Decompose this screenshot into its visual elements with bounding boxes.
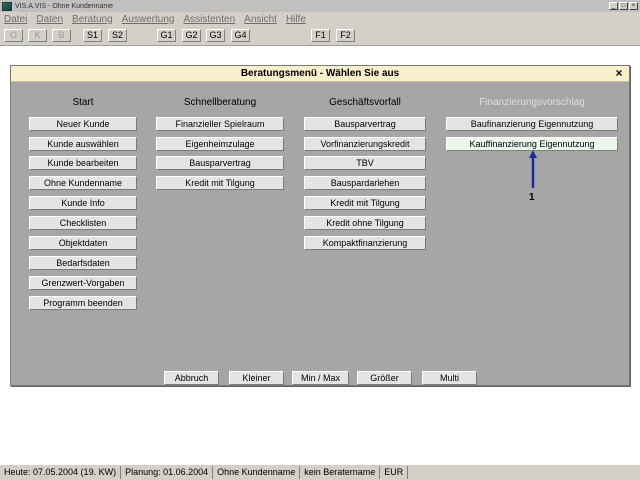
statusbar: Heute: 07.05.2004 (19. KW) Planung: 01.0…: [0, 464, 640, 480]
toolbar-button-k[interactable]: K: [28, 29, 47, 42]
multi-button[interactable]: Multi: [422, 371, 477, 385]
app-logo-icon: [2, 1, 12, 11]
dialog-title: Beratungsmenü - Wählen Sie aus: [240, 68, 400, 79]
finanzieller-spielraum-button[interactable]: Finanzieller Spielraum: [156, 117, 284, 131]
kunde-info-button[interactable]: Kunde Info: [29, 196, 137, 210]
status-berater: kein Beratername: [300, 466, 381, 479]
bedarfsdaten-button[interactable]: Bedarfsdaten: [29, 256, 137, 270]
close-window-icon[interactable]: ×: [629, 2, 638, 10]
kleiner-button[interactable]: Kleiner: [229, 371, 284, 385]
column-heading-geschaeftsvorfall: Geschäftsvorfall: [329, 97, 401, 108]
min-max-button[interactable]: Min / Max: [292, 371, 349, 385]
menu-auswertung[interactable]: Auswertung: [122, 14, 175, 25]
kunde-auswaehlen-button[interactable]: Kunde auswählen: [29, 137, 137, 151]
grenzwert-vorgaben-button[interactable]: Grenzwert-Vorgaben: [29, 276, 137, 290]
toolbar-button-o[interactable]: O: [4, 29, 23, 42]
toolbar-button-g3[interactable]: G3: [206, 29, 225, 42]
column-heading-schnellberatung: Schnellberatung: [183, 97, 257, 108]
kredit-ohne-tilgung-button[interactable]: Kredit ohne Tilgung: [304, 216, 426, 230]
toolbar-button-f1[interactable]: F1: [311, 29, 330, 42]
dialog-close-icon[interactable]: ×: [612, 66, 626, 80]
toolbar-button-f2[interactable]: F2: [336, 29, 355, 42]
window-controls: _ □ ×: [609, 2, 638, 10]
menu-assistenten[interactable]: Assistenten: [183, 14, 235, 25]
gv-bausparvertrag-button[interactable]: Bausparvertrag: [304, 117, 426, 131]
checklisten-button[interactable]: Checklisten: [29, 216, 137, 230]
abbruch-button[interactable]: Abbruch: [164, 371, 219, 385]
objektdaten-button[interactable]: Objektdaten: [29, 236, 137, 250]
menubar: Datei Daten Beratung Auswertung Assisten…: [0, 12, 640, 26]
menu-datei[interactable]: Datei: [4, 14, 27, 25]
toolbar-button-s1[interactable]: S1: [83, 29, 102, 42]
maximize-icon[interactable]: □: [619, 2, 628, 10]
menu-beratung[interactable]: Beratung: [72, 14, 113, 25]
column-heading-finanzierungsvorschlag: Finanzierungsvorschlag: [479, 97, 585, 108]
menu-ansicht[interactable]: Ansicht: [244, 14, 277, 25]
kompaktfinanzierung-button[interactable]: Kompaktfinanzierung: [304, 236, 426, 250]
column-heading-start: Start: [72, 97, 94, 108]
beratungsmenu-dialog: Beratungsmenü - Wählen Sie aus × Start S…: [10, 65, 630, 386]
kauffinanzierung-eigennutzung-button[interactable]: Kauffinanzierung Eigennutzung: [446, 137, 618, 151]
menu-hilfe[interactable]: Hilfe: [286, 14, 306, 25]
status-heute: Heute: 07.05.2004 (19. KW): [0, 466, 122, 479]
toolbar-button-g1[interactable]: G1: [157, 29, 176, 42]
ohne-kundenname-button[interactable]: Ohne Kundenname: [29, 176, 137, 190]
status-planung: Planung: 01.06.2004: [121, 466, 214, 479]
annotation-label: 1: [529, 192, 535, 203]
schnell-kredit-mit-tilgung-button[interactable]: Kredit mit Tilgung: [156, 176, 284, 190]
menu-daten[interactable]: Daten: [36, 14, 63, 25]
programm-beenden-button[interactable]: Programm beenden: [29, 296, 137, 310]
toolbar-button-s2[interactable]: S2: [108, 29, 127, 42]
toolbar: O K B S1 S2 G1 G2 G3 G4 F1 F2: [0, 26, 640, 46]
schnell-bausparvertrag-button[interactable]: Bausparvertrag: [156, 156, 284, 170]
tbv-button[interactable]: TBV: [304, 156, 426, 170]
kunde-bearbeiten-button[interactable]: Kunde bearbeiten: [29, 156, 137, 170]
dialog-header: Beratungsmenü - Wählen Sie aus ×: [11, 66, 629, 82]
groesser-button[interactable]: Größer: [357, 371, 412, 385]
baufinanzierung-eigennutzung-button[interactable]: Baufinanzierung Eigennutzung: [446, 117, 618, 131]
toolbar-button-g4[interactable]: G4: [231, 29, 250, 42]
gv-kredit-mit-tilgung-button[interactable]: Kredit mit Tilgung: [304, 196, 426, 210]
neuer-kunde-button[interactable]: Neuer Kunde: [29, 117, 137, 131]
window-titlebar: VIS.A.VIS - Ohne Kundenname _ □ ×: [0, 0, 640, 12]
vorfinanzierungskredit-button[interactable]: Vorfinanzierungskredit: [304, 137, 426, 151]
eigenheimzulage-button[interactable]: Eigenheimzulage: [156, 137, 284, 151]
bauspardarlehen-button[interactable]: Bauspardarlehen: [304, 176, 426, 190]
minimize-icon[interactable]: _: [609, 2, 618, 10]
toolbar-button-g2[interactable]: G2: [182, 29, 201, 42]
annotation-arrow-icon: [529, 150, 537, 188]
toolbar-button-b[interactable]: B: [52, 29, 71, 42]
window-title: VIS.A.VIS - Ohne Kundenname: [15, 2, 114, 10]
status-kundenname: Ohne Kundenname: [213, 466, 301, 479]
status-currency: EUR: [380, 466, 409, 479]
